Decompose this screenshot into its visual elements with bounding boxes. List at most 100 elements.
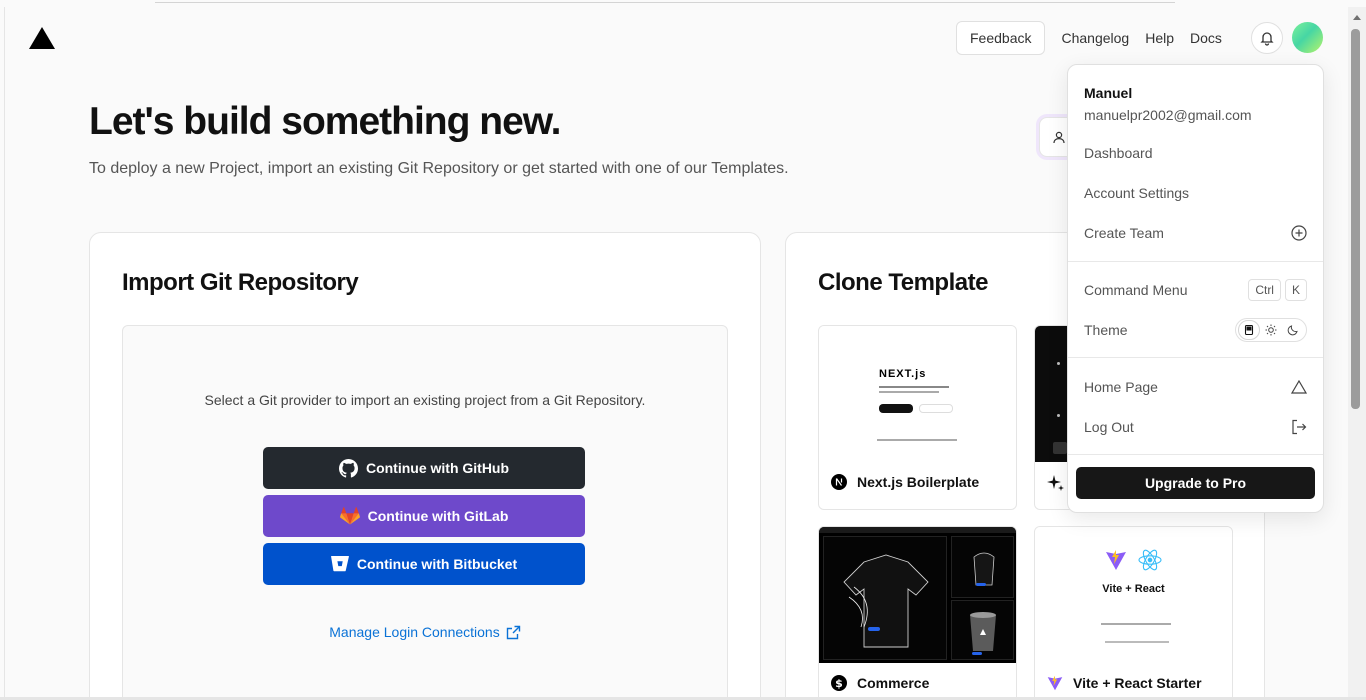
- vite-icon: [1047, 675, 1063, 691]
- theme-switcher: [1235, 318, 1307, 342]
- menu-item-command-menu[interactable]: Command Menu Ctrl K: [1084, 279, 1307, 301]
- user-menu-dropdown: Manuel manuelpr2002@gmail.com Dashboard …: [1067, 64, 1324, 513]
- logout-icon: [1292, 419, 1307, 435]
- bag-image: [973, 552, 995, 586]
- external-link-icon: [506, 625, 520, 639]
- page-subtitle: To deploy a new Project, import an exist…: [89, 160, 789, 177]
- cup-image: [970, 612, 996, 655]
- monitor-icon: [1244, 325, 1254, 335]
- menu-item-account-settings[interactable]: Account Settings: [1084, 182, 1307, 204]
- create-team-label: Create Team: [1084, 225, 1164, 241]
- commerce-preview-tile: [951, 600, 1014, 660]
- theme-dark-button[interactable]: [1282, 320, 1304, 340]
- menu-item-create-team[interactable]: Create Team: [1084, 222, 1307, 244]
- vite-react-preview-text: [1101, 623, 1171, 625]
- home-page-label: Home Page: [1084, 379, 1158, 395]
- moon-icon: [1287, 325, 1298, 336]
- nextjs-template-label: Next.js Boilerplate: [857, 474, 980, 490]
- menu-item-theme: Theme: [1084, 318, 1307, 342]
- notifications-button[interactable]: [1251, 22, 1283, 54]
- dashboard-label: Dashboard: [1084, 145, 1153, 161]
- menu-divider: [1068, 454, 1323, 455]
- commerce-preview: [819, 527, 1016, 663]
- changelog-link[interactable]: Changelog: [1061, 30, 1129, 46]
- continue-github-button[interactable]: Continue with GitHub: [263, 447, 585, 489]
- gitlab-label: Continue with GitLab: [367, 508, 509, 524]
- nextjs-preview-button: [919, 404, 953, 413]
- menu-item-dashboard[interactable]: Dashboard: [1084, 142, 1307, 164]
- vite-react-preview-title: Vite + React: [1102, 583, 1165, 595]
- template-card-commerce[interactable]: $ Commerce: [818, 526, 1017, 697]
- vite-react-preview: Vite + React: [1035, 527, 1232, 663]
- template-card-vite-react[interactable]: Vite + React Vite + React Starter: [1034, 526, 1233, 697]
- triangle-icon: [1291, 380, 1307, 394]
- continue-bitbucket-button[interactable]: Continue with Bitbucket: [263, 543, 585, 585]
- user-avatar[interactable]: [1292, 22, 1323, 53]
- bitbucket-label: Continue with Bitbucket: [356, 556, 518, 572]
- continue-gitlab-button[interactable]: Continue with GitLab: [263, 495, 585, 537]
- theme-system-button[interactable]: [1238, 320, 1260, 340]
- tshirt-image: [843, 554, 929, 648]
- template-label: Next.js Boilerplate: [831, 474, 979, 490]
- theme-light-button[interactable]: [1260, 320, 1282, 340]
- template-card-nextjs[interactable]: NEXT.js Next.js Boilerplate: [818, 325, 1017, 510]
- manage-login-connections-link[interactable]: Manage Login Connections: [123, 624, 727, 640]
- git-provider-prompt: Select a Git provider to import an exist…: [204, 392, 646, 408]
- scrollbar-thumb[interactable]: [1351, 29, 1360, 409]
- preview-dot: [1057, 362, 1060, 365]
- template-label: $ Commerce: [831, 675, 929, 691]
- github-label: Continue with GitHub: [365, 460, 510, 476]
- help-link[interactable]: Help: [1145, 30, 1174, 46]
- menu-divider: [1068, 261, 1323, 262]
- git-provider-panel: Select a Git provider to import an exist…: [122, 325, 728, 697]
- nextjs-icon: [831, 474, 847, 490]
- nextjs-preview-text: [879, 386, 949, 388]
- nextjs-preview-button: [879, 404, 913, 413]
- nextjs-preview-footer: [877, 439, 957, 441]
- vite-react-template-label: Vite + React Starter: [1073, 675, 1202, 691]
- manage-label: Manage Login Connections: [329, 624, 500, 640]
- page: Feedback Changelog Help Docs Let's build…: [4, 7, 1348, 697]
- browser-top-edge: [155, 0, 1175, 3]
- clone-title: Clone Template: [818, 269, 988, 296]
- nextjs-preview: NEXT.js: [819, 326, 1016, 462]
- kbd-k: K: [1284, 279, 1307, 301]
- menu-item-log-out[interactable]: Log Out: [1084, 416, 1307, 438]
- import-git-card: Import Git Repository Select a Git provi…: [89, 232, 761, 697]
- user-email: manuelpr2002@gmail.com: [1084, 107, 1252, 123]
- sun-icon: [1265, 324, 1277, 336]
- vite-logo-icon: [1106, 550, 1126, 570]
- vertical-scrollbar[interactable]: [1348, 7, 1366, 697]
- template-label: Vite + React Starter: [1047, 675, 1202, 691]
- page-title: Let's build something new.: [89, 100, 562, 143]
- feedback-button[interactable]: Feedback: [956, 21, 1046, 55]
- plus-circle-icon: [1291, 225, 1307, 241]
- theme-label: Theme: [1084, 322, 1128, 338]
- command-menu-shortcut: Ctrl K: [1244, 279, 1307, 301]
- docs-link[interactable]: Docs: [1190, 30, 1222, 46]
- bell-icon: [1260, 32, 1274, 46]
- preview-input: [1053, 442, 1067, 454]
- vite-react-preview-text: [1105, 641, 1169, 643]
- react-logo-icon: [1138, 549, 1162, 571]
- commerce-template-label: Commerce: [857, 675, 930, 691]
- user-icon: [1053, 131, 1065, 144]
- command-menu-label: Command Menu: [1084, 282, 1188, 298]
- nextjs-preview-text: [879, 391, 939, 393]
- commerce-preview-tile: [951, 536, 1014, 598]
- account-settings-label: Account Settings: [1084, 185, 1190, 201]
- sparkles-icon: [1047, 475, 1064, 491]
- kbd-ctrl: Ctrl: [1248, 279, 1281, 301]
- user-name: Manuel: [1084, 85, 1133, 101]
- nextjs-preview-logo: NEXT.js: [879, 368, 927, 380]
- gitlab-icon: [339, 507, 360, 525]
- svg-text:$: $: [835, 677, 843, 690]
- vercel-logo-icon[interactable]: [29, 27, 55, 49]
- menu-item-home-page[interactable]: Home Page: [1084, 376, 1307, 398]
- bitbucket-icon: [330, 556, 349, 572]
- scroll-up-arrow-icon[interactable]: [1353, 15, 1361, 20]
- log-out-label: Log Out: [1084, 419, 1134, 435]
- github-icon: [338, 458, 358, 478]
- import-title: Import Git Repository: [122, 269, 359, 296]
- upgrade-to-pro-button[interactable]: Upgrade to Pro: [1076, 467, 1315, 499]
